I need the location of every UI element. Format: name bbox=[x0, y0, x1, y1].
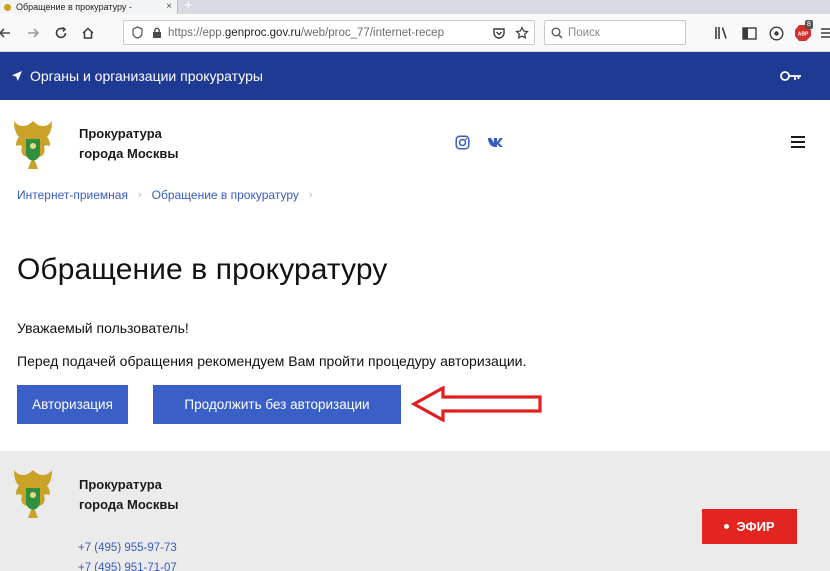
login-button[interactable]: Авторизация bbox=[17, 385, 128, 424]
pocket-icon[interactable] bbox=[492, 26, 506, 40]
shield-icon[interactable] bbox=[132, 26, 143, 39]
live-button-label: ЭФИР bbox=[736, 519, 775, 534]
browser-toolbar: https://epp.genproc.gov.ru/web/proc_77/i… bbox=[0, 14, 830, 52]
header-org-line1: Прокуратура bbox=[79, 126, 162, 141]
footer-org-name: Прокуратура города Москвы bbox=[79, 475, 178, 515]
adblock-icon[interactable]: ABP 8 bbox=[794, 20, 813, 42]
home-icon[interactable] bbox=[79, 24, 97, 42]
firefox-account-icon[interactable] bbox=[767, 24, 785, 42]
header-org-line2: города Москвы bbox=[79, 146, 179, 161]
tab-close-button[interactable]: × bbox=[166, 1, 172, 13]
footer-phone-2[interactable]: +7 (495) 951-71-07 bbox=[78, 562, 177, 571]
organs-link[interactable]: Органы и организации прокуратуры bbox=[30, 68, 263, 84]
new-tab-button[interactable]: + bbox=[184, 0, 193, 13]
emblem-icon bbox=[14, 121, 52, 169]
greeting-text: Уважаемый пользователь! bbox=[17, 320, 189, 336]
back-icon[interactable] bbox=[0, 24, 14, 42]
live-broadcast-button[interactable]: ЭФИР bbox=[702, 509, 797, 544]
library-icon[interactable] bbox=[713, 24, 731, 42]
page-title: Обращение в прокуратуру bbox=[17, 253, 388, 286]
breadcrumb-item-appeal[interactable]: Обращение в прокуратуру bbox=[152, 188, 299, 202]
red-arrow-icon bbox=[410, 386, 542, 422]
bookmark-star-icon[interactable] bbox=[515, 26, 529, 40]
adblock-badge: 8 bbox=[805, 20, 813, 29]
forward-icon[interactable] bbox=[24, 24, 42, 42]
footer-org-line2: города Москвы bbox=[79, 497, 179, 512]
organs-strip[interactable]: Органы и организации прокуратуры bbox=[0, 52, 830, 100]
header-org-name[interactable]: Прокуратура города Москвы bbox=[79, 124, 178, 164]
tab-title: Обращение в прокуратуру - bbox=[16, 2, 132, 12]
reload-icon[interactable] bbox=[52, 24, 70, 42]
svg-text:ABP: ABP bbox=[798, 32, 809, 38]
browser-tab[interactable]: Обращение в прокуратуру - × bbox=[0, 0, 178, 14]
tab-bar: Обращение в прокуратуру - × + bbox=[0, 0, 830, 14]
search-placeholder: Поиск bbox=[568, 26, 600, 39]
breadcrumb-separator: › bbox=[308, 189, 313, 201]
vk-icon[interactable] bbox=[487, 137, 505, 148]
breadcrumb-item-reception[interactable]: Интернет-приемная bbox=[17, 188, 128, 202]
menu-icon[interactable] bbox=[818, 24, 830, 42]
emblem-favicon-icon bbox=[3, 3, 12, 11]
breadcrumb: Интернет-приемная › Обращение в прокурат… bbox=[17, 188, 323, 202]
search-field[interactable]: Поиск bbox=[544, 20, 686, 45]
address-bar[interactable]: https://epp.genproc.gov.ru/web/proc_77/i… bbox=[123, 20, 535, 45]
continue-without-auth-button[interactable]: Продолжить без авторизации bbox=[153, 385, 401, 424]
footer-emblem-icon bbox=[14, 470, 52, 518]
lock-icon[interactable] bbox=[152, 27, 162, 39]
hamburger-menu-icon[interactable] bbox=[791, 136, 805, 148]
key-icon[interactable] bbox=[780, 69, 802, 83]
footer-phone-1[interactable]: +7 (495) 955-97-73 bbox=[78, 542, 177, 554]
footer-org-line1: Прокуратура bbox=[79, 477, 162, 492]
url-text: https://epp.genproc.gov.ru/web/proc_77/i… bbox=[168, 26, 444, 39]
search-icon bbox=[551, 27, 563, 39]
live-dot-icon bbox=[724, 524, 730, 529]
sidebar-icon[interactable] bbox=[740, 24, 758, 42]
breadcrumb-separator: › bbox=[137, 189, 142, 201]
location-arrow-icon bbox=[12, 71, 22, 81]
instagram-icon[interactable] bbox=[455, 135, 470, 150]
auth-notice-text: Перед подачей обращения рекомендуем Вам … bbox=[17, 353, 527, 369]
